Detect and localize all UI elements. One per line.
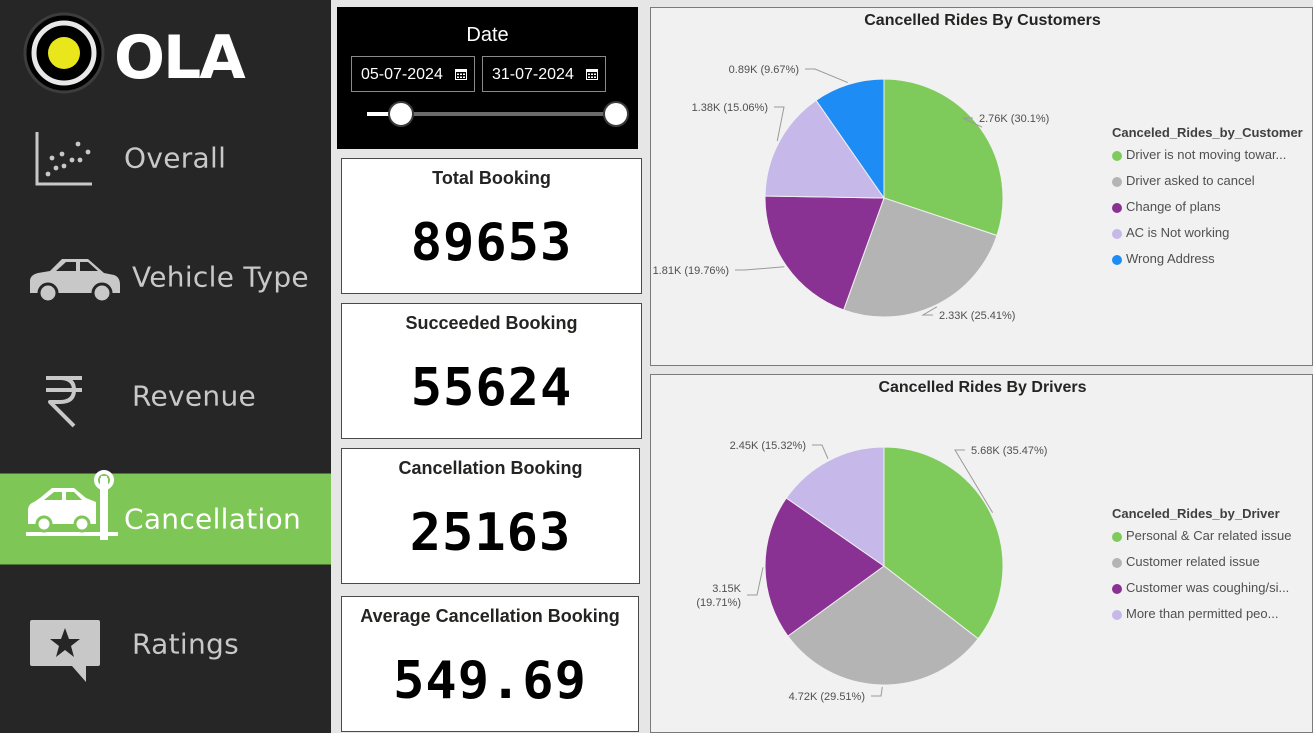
legend-title: Canceled_Rides_by_Driver — [1112, 506, 1280, 521]
sidebar-item-vehicle-type[interactable]: Vehicle Type — [0, 231, 331, 323]
leader-line — [805, 68, 848, 84]
legend-label: Driver asked to cancel — [1126, 173, 1255, 188]
data-label: 5.68K (35.47%) — [971, 445, 1047, 457]
sidebar: OLA Overall Vehicle Type Revenue Cancell… — [0, 0, 331, 733]
legend-item[interactable]: Change of plans — [1112, 199, 1303, 225]
legend-label: Driver is not moving towar... — [1126, 147, 1287, 162]
legend-swatch — [1112, 177, 1122, 187]
end-date-input[interactable]: 31-07-2024 — [482, 56, 606, 92]
svg-text:OLA: OLA — [114, 23, 246, 93]
sidebar-item-label: Ratings — [132, 627, 239, 661]
star-message-icon — [30, 620, 100, 682]
scatter-plot-icon — [35, 132, 92, 186]
sidebar-item-cancellation[interactable]: Cancellation — [0, 470, 331, 565]
data-label: 1.81K (19.76%) — [653, 265, 729, 277]
legend-swatch — [1112, 203, 1122, 213]
kpi-card-succeeded-booking: Succeeded Booking 55624 — [341, 303, 642, 439]
kpi-title: Cancellation Booking — [398, 458, 583, 478]
start-date-value: 05-07-2024 — [361, 66, 443, 83]
data-label: 2.76K (30.1%) — [979, 113, 1049, 125]
kpi-value: 89653 — [410, 213, 573, 273]
chart-cancelled-by-customers: Cancelled Rides By Customers 2.76K (30.1… — [650, 7, 1313, 366]
date-filter: Date 05-07-2024 31-07-2024 — [337, 7, 638, 149]
legend-item[interactable]: Customer was coughing/si... — [1112, 580, 1291, 606]
legend-swatch — [1112, 229, 1122, 239]
kpi-card-cancellation-booking: Cancellation Booking 25163 — [341, 448, 640, 584]
leader-line — [871, 686, 883, 697]
data-label: 0.89K (9.67%) — [729, 64, 799, 76]
end-date-value: 31-07-2024 — [492, 66, 574, 83]
legend-swatch — [1112, 255, 1122, 265]
leader-line — [747, 567, 764, 596]
rupee-icon — [46, 376, 82, 428]
sidebar-item-label: Overall — [124, 141, 227, 175]
legend-title: Canceled_Rides_by_Customer — [1112, 125, 1303, 140]
kpi-title: Succeeded Booking — [405, 313, 578, 333]
legend-label: Change of plans — [1126, 199, 1221, 214]
pie-chart: 2.76K (30.1%) 2.33K (25.41%) 1.81K (19.76%… — [653, 64, 1050, 322]
kpi-title: Average Cancellation Booking — [360, 606, 620, 626]
legend-swatch — [1112, 584, 1122, 594]
chart-cancelled-by-drivers: Cancelled Rides By Drivers 5.68K (35.47%… — [650, 374, 1313, 733]
start-date-input[interactable]: 05-07-2024 — [351, 56, 475, 92]
legend-swatch — [1112, 151, 1122, 161]
date-range-start-handle[interactable] — [388, 101, 414, 127]
kpi-value: 25163 — [409, 503, 572, 563]
legend-label: AC is Not working — [1126, 225, 1230, 240]
legend-label: More than permitted peo... — [1126, 606, 1279, 621]
legend-label: Wrong Address — [1126, 251, 1215, 266]
legend-item[interactable]: Driver asked to cancel — [1112, 173, 1303, 199]
car-crash-icon — [26, 470, 118, 540]
legend-item[interactable]: More than permitted peo... — [1112, 606, 1291, 632]
legend-item[interactable]: AC is Not working — [1112, 225, 1303, 251]
kpi-value: 55624 — [410, 358, 573, 418]
legend-item[interactable]: Wrong Address — [1112, 251, 1303, 277]
sidebar-item-overall[interactable]: Overall — [0, 112, 331, 204]
legend-label: Personal & Car related issue — [1126, 528, 1292, 543]
kpi-card-total-booking: Total Booking 89653 — [341, 158, 642, 294]
legend-label: Customer was coughing/si... — [1126, 580, 1290, 595]
legend-item[interactable]: Customer related issue — [1112, 554, 1291, 580]
sidebar-item-label: Revenue — [132, 379, 257, 413]
data-label: 3.15K — [712, 583, 741, 595]
data-label: (19.71%) — [696, 597, 741, 609]
sidebar-item-label: Cancellation — [124, 502, 302, 536]
data-label: 2.45K (15.32%) — [730, 440, 806, 452]
legend-label: Customer related issue — [1126, 554, 1260, 569]
ola-logo: OLA — [23, 12, 248, 94]
legend-swatch — [1112, 532, 1122, 542]
kpi-value: 549.69 — [393, 651, 587, 711]
legend-item[interactable]: Personal & Car related issue — [1112, 528, 1291, 554]
date-range-end-handle[interactable] — [603, 101, 629, 127]
sidebar-item-label: Vehicle Type — [132, 260, 309, 294]
calendar-icon[interactable] — [455, 68, 467, 80]
chart-legend: Canceled_Rides_by_Driver Personal & Car … — [1112, 506, 1291, 632]
pie-chart: 5.68K (35.47%) 4.72K (29.51%) 3.15K (19.71%… — [696, 440, 1047, 703]
data-label: 2.33K (25.41%) — [939, 310, 1015, 322]
leader-line — [812, 444, 829, 459]
legend-item[interactable]: Driver is not moving towar... — [1112, 147, 1303, 173]
date-filter-title: Date — [466, 24, 509, 46]
data-label: 1.38K (15.06%) — [692, 102, 768, 114]
chart-legend: Canceled_Rides_by_Customer Driver is not… — [1112, 125, 1303, 277]
legend-swatch — [1112, 558, 1122, 568]
data-label: 4.72K (29.51%) — [789, 691, 865, 703]
calendar-icon[interactable] — [586, 68, 598, 80]
leader-line — [735, 266, 785, 271]
sidebar-item-ratings[interactable]: Ratings — [0, 598, 331, 690]
legend-swatch — [1112, 610, 1122, 620]
kpi-title: Total Booking — [432, 168, 551, 188]
car-icon — [30, 259, 120, 304]
kpi-card-average-cancellation: Average Cancellation Booking 549.69 — [341, 596, 639, 732]
sidebar-item-revenue[interactable]: Revenue — [0, 350, 331, 442]
